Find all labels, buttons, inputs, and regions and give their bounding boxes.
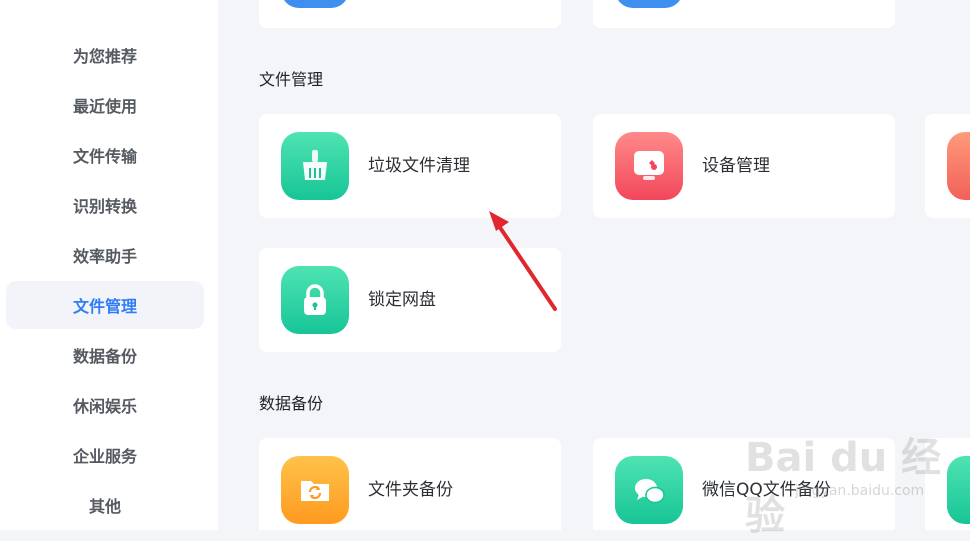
broom-icon	[281, 132, 349, 200]
card-partial-right[interactable]	[925, 114, 970, 218]
sidebar-item-file-management[interactable]: 文件管理	[6, 281, 204, 329]
sidebar-item-efficiency[interactable]: 效率助手	[6, 231, 204, 279]
card-folder-backup[interactable]: 文件夹备份	[259, 438, 561, 530]
sidebar-item-recognition[interactable]: 识别转换	[6, 181, 204, 229]
card-label: 锁定网盘	[368, 290, 436, 310]
card-label: 微信QQ文件备份	[702, 480, 831, 500]
card-label: 文件夹备份	[368, 480, 453, 500]
trash-icon	[947, 132, 970, 200]
chat-bubbles-icon	[615, 456, 683, 524]
card-lock-drive[interactable]: 锁定网盘	[259, 248, 561, 352]
card-label: 设备管理	[702, 156, 770, 176]
sidebar: 为您推荐 最近使用 文件传输 识别转换 效率助手 文件管理 数据备份 休闲娱乐 …	[0, 0, 218, 530]
card-label: 垃圾文件清理	[368, 156, 470, 176]
section-title-file-management: 文件管理	[259, 70, 324, 89]
sidebar-item-other[interactable]: 其他	[6, 481, 204, 529]
card-partial-top-1[interactable]	[259, 0, 561, 28]
folder-sync-icon	[281, 456, 349, 524]
lock-icon	[281, 266, 349, 334]
card-junk-cleanup[interactable]: 垃圾文件清理	[259, 114, 561, 218]
section-title-data-backup: 数据备份	[259, 394, 324, 413]
app-icon	[281, 0, 349, 8]
sidebar-item-enterprise[interactable]: 企业服务	[6, 431, 204, 479]
sidebar-item-recent[interactable]: 最近使用	[6, 81, 204, 129]
sidebar-item-recommended[interactable]: 为您推荐	[6, 31, 204, 79]
card-wechat-qq-backup[interactable]: 微信QQ文件备份	[593, 438, 895, 530]
sidebar-item-data-backup[interactable]: 数据备份	[6, 331, 204, 379]
sidebar-item-leisure[interactable]: 休闲娱乐	[6, 381, 204, 429]
sidebar-item-file-transfer[interactable]: 文件传输	[6, 131, 204, 179]
card-device-management[interactable]: 设备管理	[593, 114, 895, 218]
wrench-monitor-icon	[615, 132, 683, 200]
app-icon	[947, 456, 970, 524]
card-partial-top-2[interactable]	[593, 0, 895, 28]
main-content: 文件管理 垃圾文件清理 设备管理 锁定网盘 数据备份 文件夹备份 微信QQ文件备…	[218, 0, 970, 530]
app-icon	[615, 0, 683, 8]
card-partial-right-bottom[interactable]	[925, 438, 970, 530]
